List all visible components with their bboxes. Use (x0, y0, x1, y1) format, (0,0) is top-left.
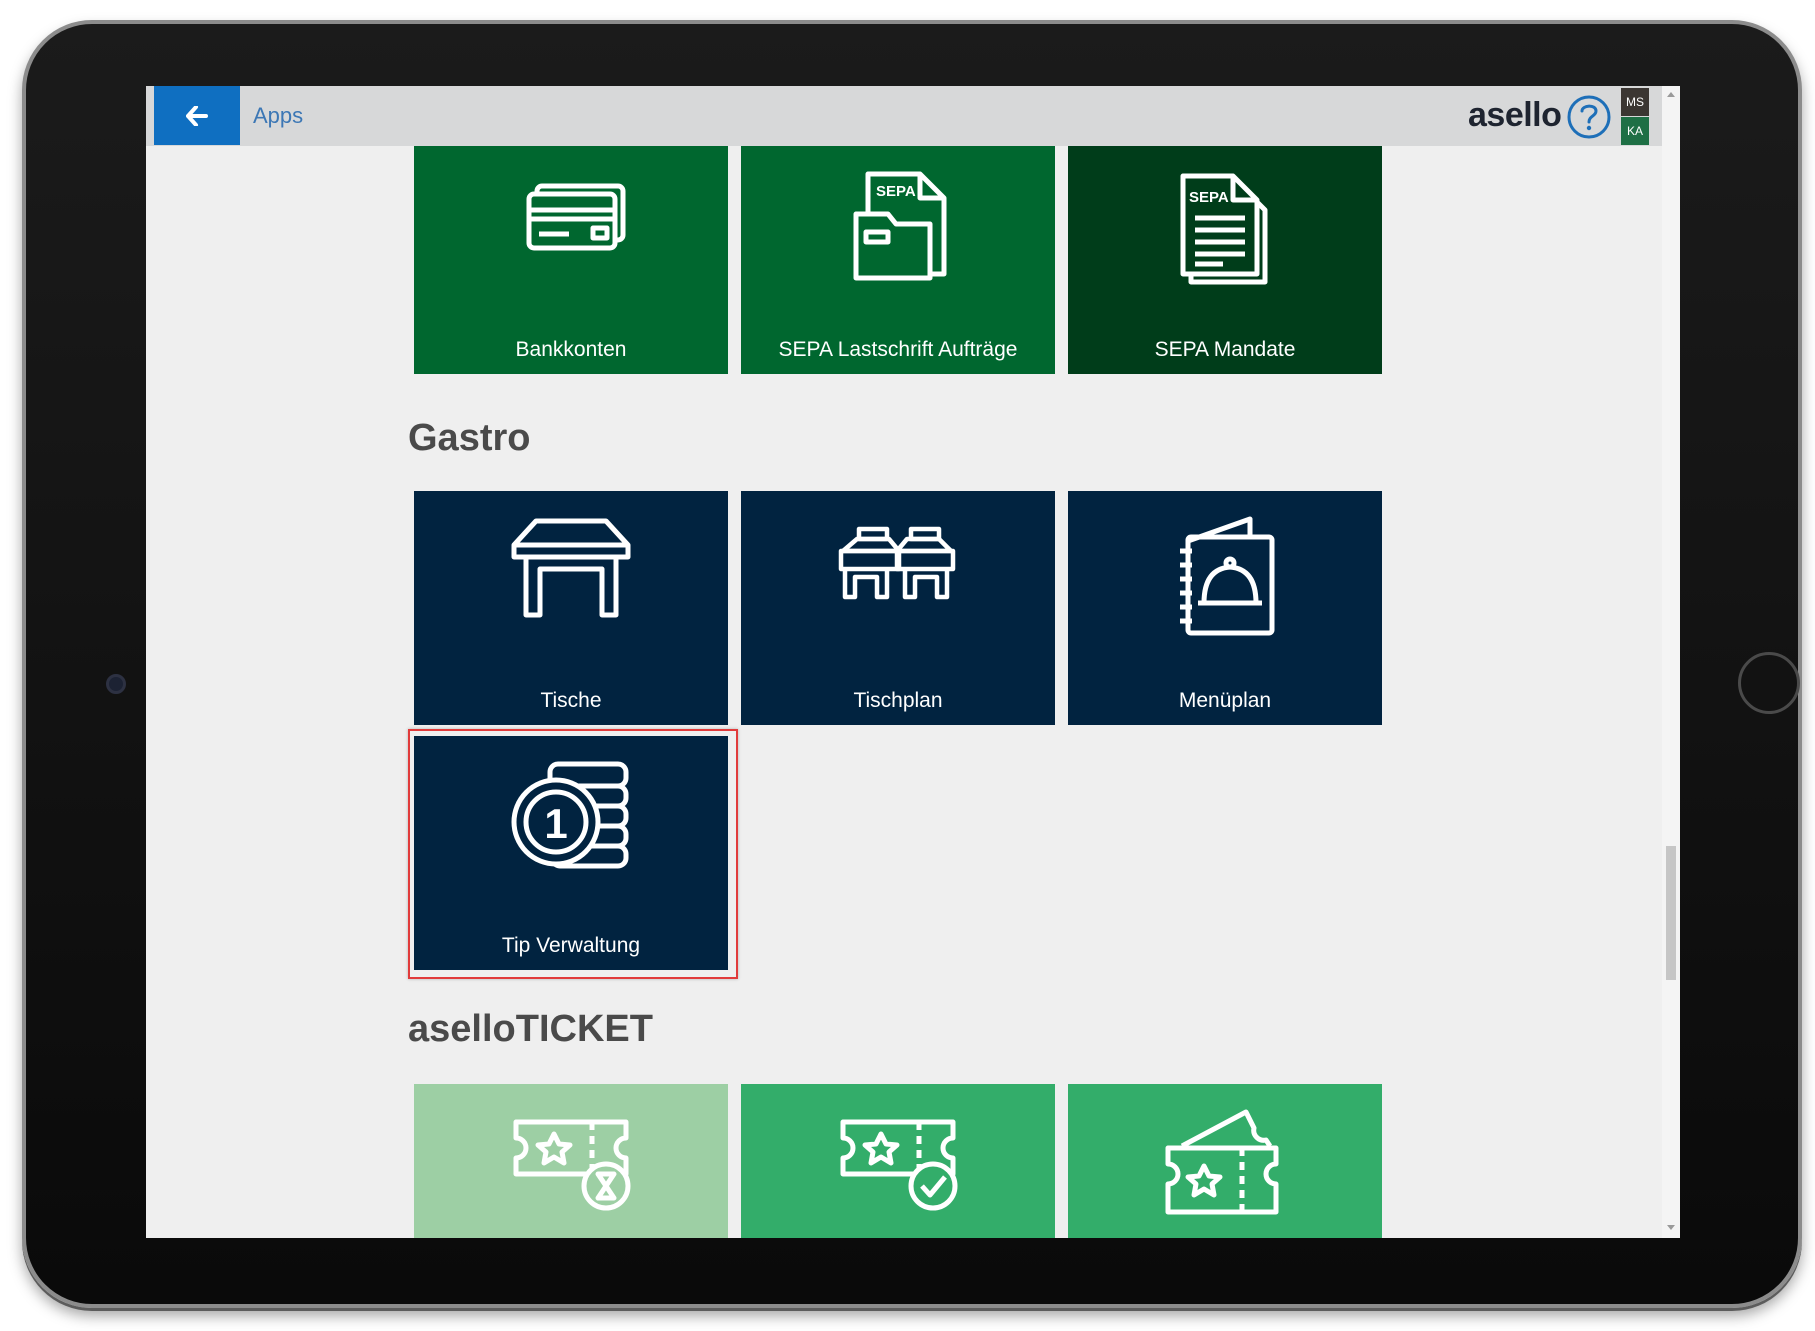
tile-tischplan[interactable]: Tischplan (741, 491, 1055, 725)
ticket-check-icon (840, 1119, 958, 1211)
highlight-frame (408, 729, 738, 979)
tile-ticket-confirmed[interactable] (741, 1084, 1055, 1238)
tile-sepa-lastschrift[interactable]: SEPA SEPA Lastschrift Aufträge (741, 146, 1055, 374)
scrollbar[interactable] (1662, 86, 1680, 1238)
tile-ticket-pending[interactable] (414, 1084, 728, 1238)
scrollbar-thumb[interactable] (1666, 846, 1676, 980)
top-bar: Apps asello MS KA (146, 86, 1662, 146)
tile-label: Tischplan (853, 689, 943, 712)
tile-label: SEPA Mandate (1154, 338, 1296, 361)
table-icon (511, 518, 631, 618)
section-title-gastro: Gastro (408, 417, 531, 459)
breadcrumb-apps[interactable]: Apps (253, 103, 303, 129)
tile-label: Menüplan (1178, 689, 1272, 712)
tile-menueplan[interactable]: Menüplan (1068, 491, 1382, 725)
credit-card-icon (526, 183, 626, 251)
camera-icon (106, 674, 126, 694)
scroll-up-icon[interactable] (1667, 92, 1675, 97)
menu-book-icon (1180, 516, 1275, 636)
home-button[interactable] (1738, 652, 1800, 714)
ticket-icon (1165, 1109, 1279, 1215)
help-icon[interactable] (1566, 94, 1612, 140)
ticket-hourglass-icon (513, 1119, 631, 1211)
svg-text:SEPA: SEPA (1189, 189, 1229, 206)
tile-ticket[interactable] (1068, 1084, 1382, 1238)
sepa-document-icon: SEPA (1180, 173, 1268, 285)
section-title-ticket: aselloTICKET (408, 1008, 653, 1050)
sepa-folder-icon: SEPA (853, 171, 947, 281)
arrow-left-icon (186, 105, 208, 126)
user-badge-ms[interactable]: MS (1621, 88, 1649, 116)
svg-text:SEPA: SEPA (876, 183, 916, 200)
scroll-down-icon[interactable] (1667, 1225, 1675, 1230)
tile-label: Bankkonten (515, 338, 627, 361)
back-button[interactable] (154, 86, 240, 145)
user-badge-ka[interactable]: KA (1621, 117, 1649, 145)
asello-logo: asello (1468, 96, 1562, 134)
tile-bankkonten[interactable]: Bankkonten (414, 146, 728, 374)
app-screen: Apps asello MS KA Bankkonten SEPA SEPA L… (146, 86, 1680, 1238)
tile-label: SEPA Lastschrift Aufträge (778, 338, 1018, 361)
table-plan-icon (838, 526, 956, 600)
tile-tische[interactable]: Tische (414, 491, 728, 725)
tile-label: Tische (540, 689, 602, 712)
tile-sepa-mandate[interactable]: SEPA SEPA Mandate (1068, 146, 1382, 374)
